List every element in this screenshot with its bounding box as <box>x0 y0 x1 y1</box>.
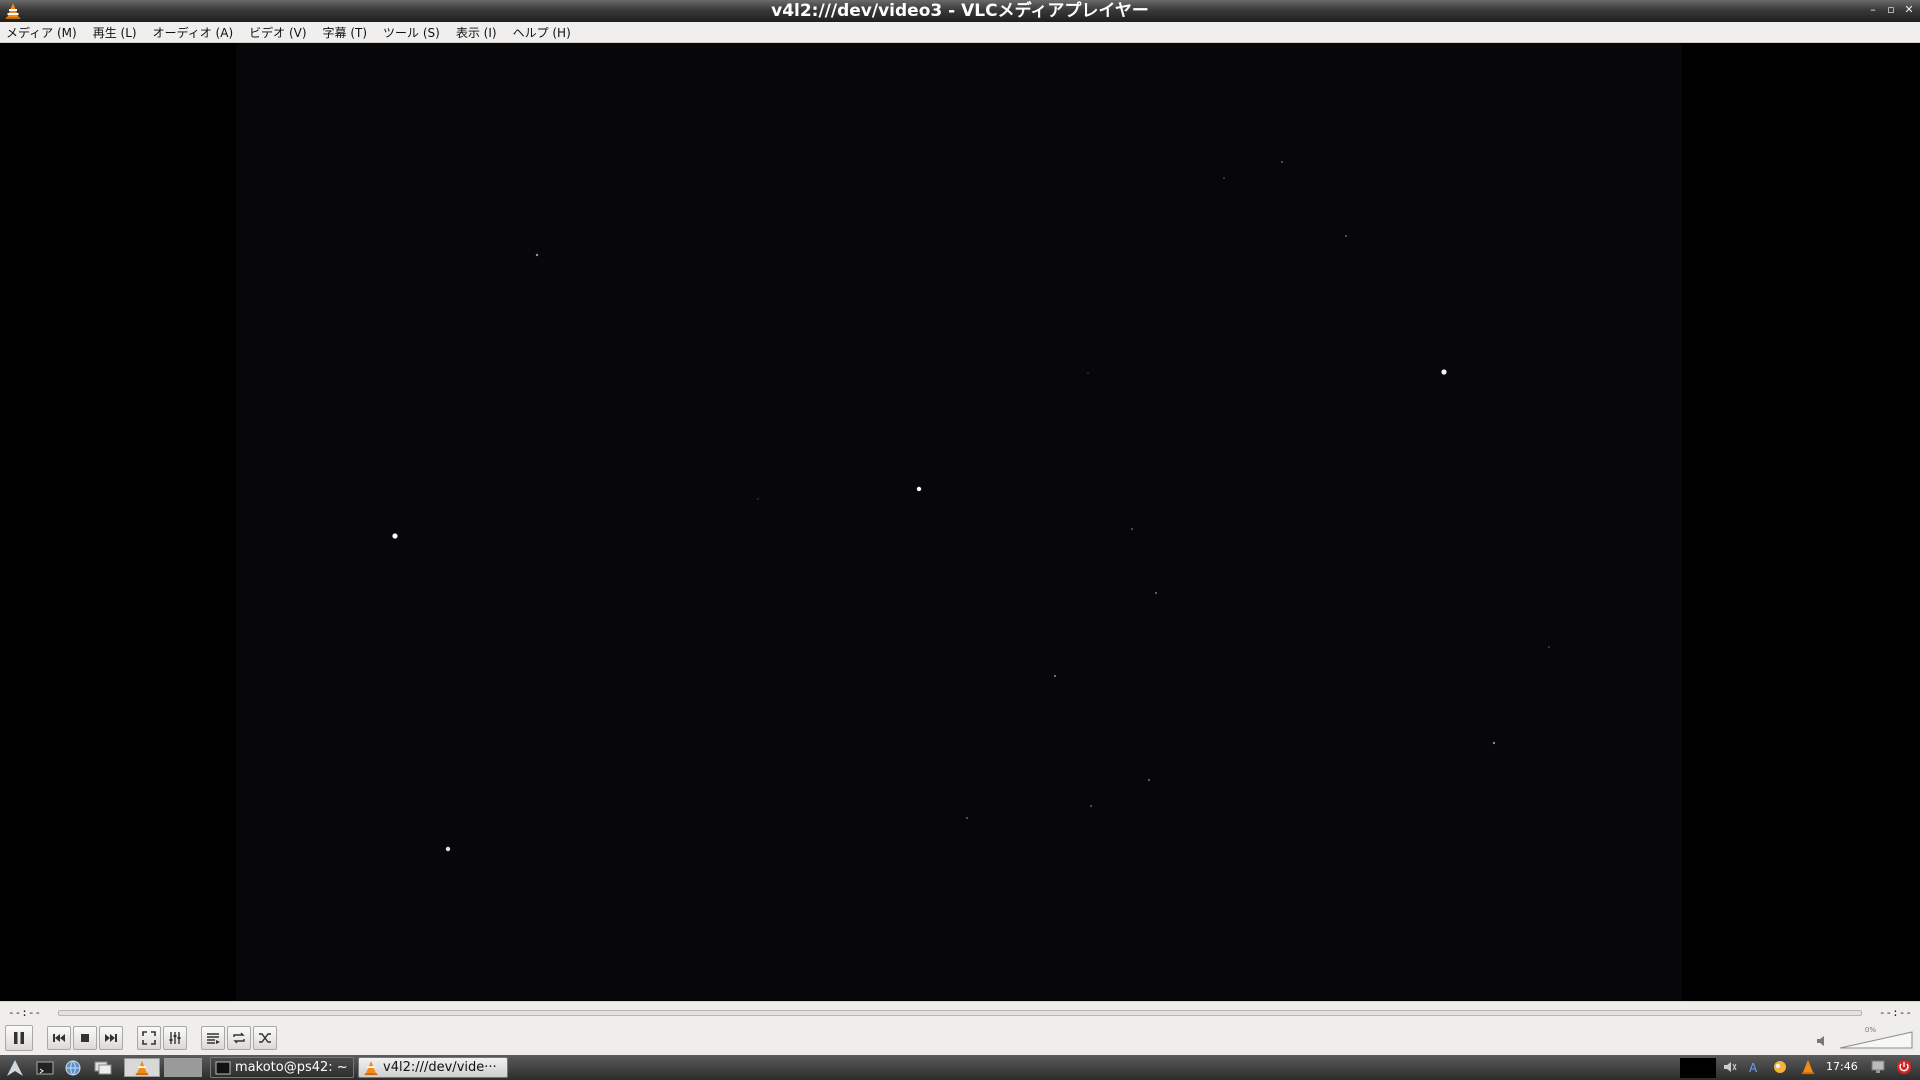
star <box>757 498 759 500</box>
taskbar-task-terminal[interactable]: makoto@ps42: ~ <box>210 1057 354 1078</box>
star <box>1087 372 1089 374</box>
stop-button[interactable] <box>73 1026 97 1050</box>
star <box>392 533 398 539</box>
star <box>1492 741 1496 745</box>
seek-slider[interactable] <box>58 1010 1862 1016</box>
task-label: v4l2:///dev/vide··· <box>383 1060 497 1075</box>
menu-view[interactable]: 表示 (I) <box>456 24 497 41</box>
network-icon[interactable] <box>1870 1059 1886 1075</box>
star-field <box>392 161 1550 852</box>
menu-tools[interactable]: ツール (S) <box>383 24 440 41</box>
launcher-file-manager[interactable] <box>92 1058 114 1077</box>
vlc-cone-icon <box>135 1060 149 1075</box>
shuffle-icon <box>259 1033 271 1043</box>
windows-icon <box>94 1061 112 1074</box>
terminal-icon <box>215 1061 231 1074</box>
taskbar-task-vlc[interactable]: v4l2:///dev/vide··· <box>358 1057 508 1078</box>
fullscreen-button[interactable] <box>137 1026 161 1050</box>
arch-logo-icon <box>7 1059 23 1076</box>
star <box>916 486 922 492</box>
menu-bar: メディア (M) 再生 (L) オーディオ (A) ビデオ (V) 字幕 (T)… <box>0 22 1920 43</box>
maximize-button[interactable]: ▫ <box>1884 2 1898 18</box>
skip-back-icon <box>53 1034 65 1042</box>
minimize-button[interactable]: – <box>1866 2 1880 18</box>
playlist-icon <box>207 1033 220 1044</box>
launcher-terminal[interactable] <box>34 1058 56 1077</box>
equalizer-icon <box>169 1032 181 1044</box>
weather-icon[interactable] <box>1772 1059 1788 1075</box>
launcher-browser[interactable] <box>62 1058 84 1077</box>
menu-subtitle[interactable]: 字幕 (T) <box>323 24 368 41</box>
menu-video[interactable]: ビデオ (V) <box>249 24 306 41</box>
volume-slider[interactable] <box>1838 1028 1914 1050</box>
video-frame <box>236 43 1682 1001</box>
launcher-vlc[interactable] <box>124 1058 160 1077</box>
window-title: v4l2:///dev/video3 - VLCメディアプレイヤー <box>771 1 1149 21</box>
star <box>1155 592 1157 594</box>
vlc-cone-icon <box>364 1060 378 1075</box>
star <box>1548 646 1550 648</box>
star <box>1281 161 1283 163</box>
loop-button[interactable] <box>227 1026 251 1050</box>
next-button[interactable] <box>99 1026 123 1050</box>
input-method-icon[interactable]: A <box>1746 1059 1762 1075</box>
start-menu-button[interactable] <box>4 1058 26 1077</box>
video-area[interactable] <box>0 43 1920 1001</box>
menu-audio[interactable]: オーディオ (A) <box>153 24 234 41</box>
menu-playback[interactable]: 再生 (L) <box>93 24 137 41</box>
pause-icon <box>14 1032 24 1044</box>
task-label: makoto@ps42: ~ <box>235 1060 348 1075</box>
tray-monitor <box>1680 1058 1716 1078</box>
title-bar: v4l2:///dev/video3 - VLCメディアプレイヤー – ▫ ✕ <box>0 0 1920 22</box>
taskbar: makoto@ps42: ~ v4l2:///dev/vide··· A 17:… <box>0 1055 1920 1080</box>
total-time: --:-- <box>1878 1006 1912 1019</box>
star <box>966 817 968 819</box>
desktop-pager[interactable] <box>164 1058 202 1077</box>
playback-controls: --:-- --:-- 0% <box>0 1001 1920 1055</box>
menu-media[interactable]: メディア (M) <box>6 24 77 41</box>
pause-button[interactable] <box>5 1025 33 1051</box>
power-icon[interactable] <box>1896 1059 1912 1075</box>
skip-forward-icon <box>105 1034 117 1042</box>
star <box>445 846 451 852</box>
star <box>1053 674 1057 678</box>
previous-button[interactable] <box>47 1026 71 1050</box>
star <box>1090 805 1092 807</box>
shuffle-button[interactable] <box>253 1026 277 1050</box>
vlc-tray-icon[interactable] <box>1800 1059 1816 1075</box>
playlist-button[interactable] <box>201 1026 225 1050</box>
close-button[interactable]: ✕ <box>1902 2 1916 18</box>
clock: 17:46 <box>1826 1060 1858 1073</box>
star <box>1441 369 1447 375</box>
star <box>1131 528 1133 530</box>
volume-tray-icon[interactable] <box>1722 1059 1738 1075</box>
star <box>535 253 539 257</box>
speaker-icon[interactable] <box>1816 1034 1830 1048</box>
terminal-icon <box>36 1061 54 1074</box>
stop-icon <box>81 1034 89 1042</box>
globe-icon <box>65 1060 81 1075</box>
loop-icon <box>233 1032 245 1044</box>
svg-text:A: A <box>1749 1061 1758 1075</box>
star <box>1148 779 1150 781</box>
elapsed-time: --:-- <box>8 1006 42 1019</box>
star <box>1223 177 1225 179</box>
extended-settings-button[interactable] <box>163 1026 187 1050</box>
menu-help[interactable]: ヘルプ (H) <box>513 24 571 41</box>
star <box>1345 235 1347 237</box>
fullscreen-icon <box>142 1031 156 1045</box>
